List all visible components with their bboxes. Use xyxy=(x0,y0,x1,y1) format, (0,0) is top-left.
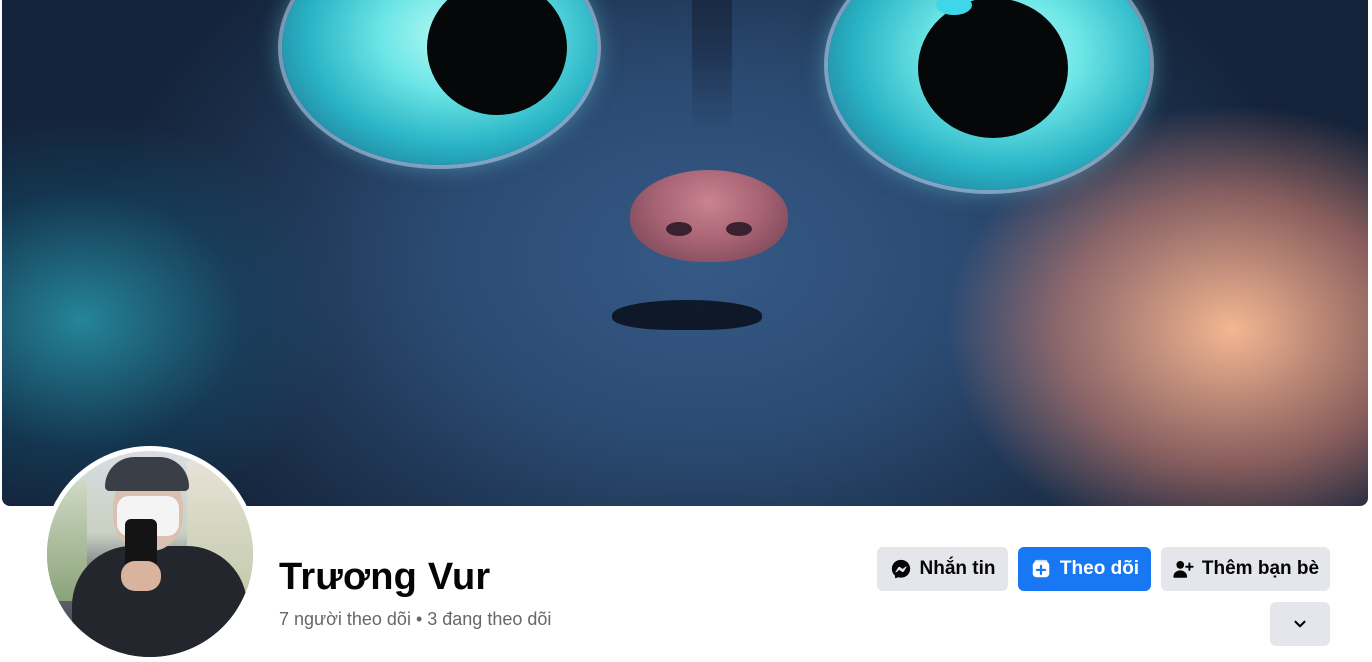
chevron-down-icon xyxy=(1289,613,1311,635)
following-count-link[interactable]: 3 đang theo dõi xyxy=(427,609,551,629)
follow-button[interactable]: Theo dõi xyxy=(1018,547,1151,591)
message-button-label: Nhắn tin xyxy=(919,558,996,579)
message-button[interactable]: Nhắn tin xyxy=(877,547,1008,591)
follow-icon xyxy=(1030,558,1052,580)
profile-avatar[interactable] xyxy=(42,446,258,662)
more-options-button[interactable] xyxy=(1270,602,1330,646)
messenger-icon xyxy=(890,558,912,580)
avatar-photo xyxy=(47,451,253,657)
follow-button-label: Theo dõi xyxy=(1059,558,1140,579)
cover-mouth xyxy=(612,300,762,330)
add-friend-button[interactable]: Thêm bạn bè xyxy=(1161,547,1330,591)
followers-count-link[interactable]: 7 người theo dõi xyxy=(279,609,411,629)
add-friend-icon xyxy=(1172,558,1194,580)
cover-photo[interactable] xyxy=(2,0,1368,506)
cover-nose xyxy=(630,170,788,262)
profile-stats: 7 người theo dõi • 3 đang theo dõi xyxy=(279,607,551,631)
profile-name: Trương Vur xyxy=(279,556,491,598)
add-friend-button-label: Thêm bạn bè xyxy=(1201,558,1320,579)
stats-separator: • xyxy=(415,609,423,629)
cover-fur-detail xyxy=(692,0,732,130)
